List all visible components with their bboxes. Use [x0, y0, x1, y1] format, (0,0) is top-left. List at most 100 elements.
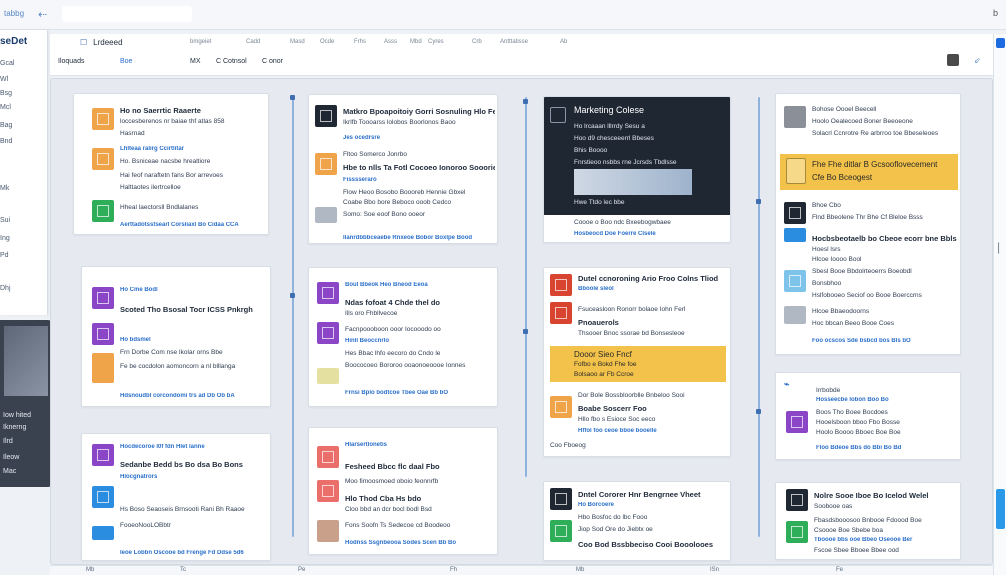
scroll-indicator-icon[interactable]: |	[997, 240, 1000, 254]
right-toolbar-button[interactable]	[996, 38, 1005, 48]
app-header: ☐ Lrdeeed bmgeiet Cadd Masd Ocde Frhs Ass…	[50, 34, 1006, 76]
card-link[interactable]: Hlarsertlonetis	[345, 442, 495, 448]
nav-item[interactable]: Mbd	[410, 39, 422, 45]
task-card[interactable]: Boul Bbeok Heo Bneod Eeoa Ndas fofoat 4 …	[308, 267, 498, 407]
card-link[interactable]: Ho Cme Bodl	[120, 287, 268, 293]
card-line: Irrbobde	[816, 387, 841, 394]
nav-item[interactable]: Crb	[472, 39, 482, 45]
status-item[interactable]: Pe	[298, 567, 305, 573]
sidebar-item[interactable]: Ing	[0, 235, 10, 242]
card-link[interactable]: Hodnss Ssgnbeooa Sodes Scen Bb Bo	[345, 540, 495, 546]
nav-item[interactable]: Asss	[384, 39, 397, 45]
nav-item[interactable]: Ocde	[320, 39, 334, 45]
task-card[interactable]: Hocdecoroe l0f fdn Hlet lanne Sedanbe Be…	[81, 433, 271, 561]
pink-tile-icon	[317, 446, 339, 468]
status-item[interactable]: Mb	[86, 567, 94, 573]
nav-item[interactable]: Frhs	[354, 39, 366, 45]
card-link[interactable]: Fisssseraro	[343, 177, 495, 183]
card-line: Hs Boso Seaoseis Brnsooti Rani Bh Raaoe	[120, 506, 245, 513]
connector-line	[292, 97, 294, 537]
purple-tile-icon	[92, 287, 114, 309]
task-card[interactable]: Matkro Bpoapoitoiy Gorri Sosnuling Hlo F…	[308, 94, 498, 244]
card-line: Hwe Ttdo lec bbe	[574, 199, 625, 206]
card-link[interactable]: Aerttadotsstsearl Corsliaxl Bo Cidaa CCA	[120, 222, 264, 228]
card-link[interactable]: Lhlteaa ralirg Ccirtlitar	[120, 146, 264, 152]
console-link[interactable]: C Cotnsol	[216, 58, 247, 65]
sidebar-item[interactable]: Gcal	[0, 60, 14, 67]
card-link[interactable]: Hosbeocd Doe Foerre Clsele	[574, 231, 724, 237]
card-line: Sbesl Booe Bbdolrteoerrs Boeobdl	[812, 268, 912, 275]
sidebar-item[interactable]: Pd	[0, 252, 9, 259]
card-link[interactable]: Ho bdsmel	[120, 337, 268, 343]
nav-item[interactable]: Cadd	[246, 39, 260, 45]
task-card[interactable]: Hlarsertlonetis Fesheed Bbcc flc daal Fb…	[308, 427, 498, 555]
task-card[interactable]: Ho Cme Bodl Scoted Tho Bsosal Tocr ICSS …	[81, 266, 271, 407]
card-link[interactable]: Ieoe Lobbn Oscooe bd Frenge Fd Ddse 5d6	[120, 550, 268, 556]
color-link[interactable]: C onor	[262, 58, 283, 65]
blue-tile-icon	[784, 228, 806, 242]
card-link[interactable]: Hinll Beoccnrlo	[345, 338, 495, 344]
avatar[interactable]	[947, 54, 959, 66]
filter-label[interactable]: Iloquads	[58, 58, 84, 65]
task-card[interactable]: ⌁ Irrbobde Hosseecbe lobon Boo Bo Boos T…	[775, 372, 961, 460]
preview-thumbnail	[4, 326, 48, 396]
profile-label[interactable]: b	[993, 8, 998, 18]
purple-tile-icon	[317, 282, 339, 304]
card-link[interactable]: Ho Borcoere	[578, 502, 728, 508]
card-link[interactable]: Hdsnoudbl corcondomi trs ad Db Ob bA	[120, 393, 268, 399]
nav-item[interactable]: bmgeiet	[190, 39, 211, 45]
nav-item[interactable]: Antttatisse	[500, 39, 528, 45]
task-card[interactable]: Nolre Sooe Iboe Bo Icelod Welel Soobooe …	[775, 482, 961, 560]
sidebar-item[interactable]: Bnd	[0, 138, 12, 145]
card-link[interactable]: Ilanrdbbbceaebe Rnxeoe Bobor Boxlpe Bood	[343, 235, 495, 241]
status-item[interactable]: Fe	[836, 567, 843, 573]
nav-item[interactable]: Masd	[290, 39, 305, 45]
card-line: Soobooe oas	[814, 503, 853, 510]
card-link[interactable]: Foo ocscos Sde bsbcd bos Bls bO	[812, 338, 958, 344]
card-link[interactable]: Hocdecoroe l0f fdn Hlet lanne	[120, 444, 268, 450]
card-link[interactable]: Jes ocedrsre	[343, 135, 495, 141]
back-arrow-icon[interactable]: ⇠	[38, 8, 47, 21]
sidebar-item[interactable]: Dhj	[0, 285, 11, 292]
connector-node	[756, 409, 761, 414]
card-title: Ho no Saerrtic Raaerte	[120, 106, 201, 115]
red-tile-icon	[550, 302, 572, 324]
right-toolbar-action[interactable]	[996, 489, 1005, 529]
task-card[interactable]: Ho no Saerrtic Raaerte loccesberenos nr …	[73, 93, 269, 235]
card-line: Hllo fbo s Esioce Soc eeco	[578, 416, 656, 423]
status-item[interactable]: ISn	[710, 567, 719, 573]
status-item[interactable]: Mb	[576, 567, 584, 573]
card-line: Hlcoe Ioooo Bool	[812, 256, 862, 263]
active-tab[interactable]: ☐ Lrdeeed	[80, 38, 180, 52]
nav-item[interactable]: Cyres	[428, 39, 444, 45]
pin-icon[interactable]: ⇙	[974, 56, 981, 65]
browser-tab-label[interactable]: tabbg	[4, 9, 24, 18]
view-toggle[interactable]: MX	[190, 58, 201, 65]
card-link[interactable]: Bboole sleol	[578, 286, 728, 292]
task-card[interactable]: Dutel ccnoroning Ario Froo Colns Tliod B…	[543, 267, 731, 457]
sidebar-item[interactable]: Sui	[0, 217, 10, 224]
card-link[interactable]: Hlocgnatrors	[120, 474, 268, 480]
address-bar[interactable]	[62, 6, 192, 22]
task-card[interactable]: Bohose Oooel Beecell Hoolo Oealecoed Bon…	[775, 93, 961, 355]
filter-button[interactable]: Boe	[120, 58, 132, 65]
status-item[interactable]: Tc	[180, 567, 186, 573]
status-item[interactable]: Fh	[450, 567, 457, 573]
preview-panel[interactable]: Iow hited Iknerng Ilrd Ileow Mac	[0, 320, 52, 487]
card-line: Solacrl Ccnrotre Re arbrroo toe Bbeseleo…	[812, 130, 939, 137]
orange-tile-icon	[92, 353, 114, 383]
sidebar-item[interactable]: Mcl	[0, 104, 11, 111]
card-link[interactable]: Boul Bbeok Heo Bneod Eeoa	[345, 282, 495, 288]
card-link[interactable]: Hosseecbe lobon Boo Bo	[816, 397, 958, 403]
sidebar-item[interactable]: Bag	[0, 122, 12, 129]
card-link[interactable]: Floo Bdeoe Bbs do Bbi Bo Bd	[816, 445, 958, 451]
card-link[interactable]: Tboooe bbs ooe Bbeo Oseooe Ber	[814, 537, 958, 543]
task-card[interactable]: Marketing Colese Ho lrcaaan lllrrdy Sesu…	[543, 96, 731, 243]
task-card[interactable]: Dntel Cororer Hnr Bengrnee Vheet Ho Borc…	[543, 481, 731, 561]
card-link[interactable]: Hffol foo ceoe bboe booelle	[578, 428, 728, 434]
sidebar-item[interactable]: Mk	[0, 185, 9, 192]
sidebar-item[interactable]: Bsg	[0, 90, 12, 97]
sidebar-item[interactable]: Wl	[0, 76, 8, 83]
nav-item[interactable]: Ab	[560, 39, 567, 45]
card-link[interactable]: Frnsi Bplo bodtcoe Tbee Oae Bb bO	[345, 390, 495, 396]
